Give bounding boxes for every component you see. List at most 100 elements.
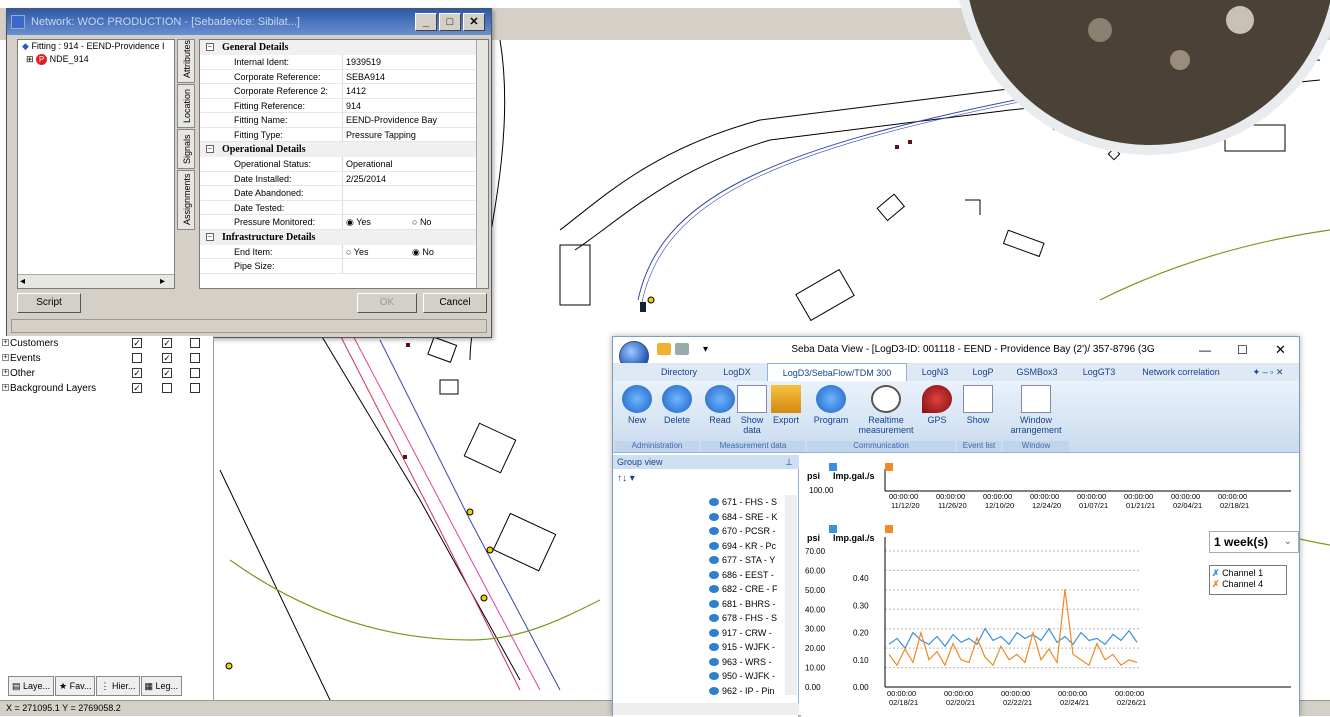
quick-access-dropdown-icon[interactable]: ▾ xyxy=(703,337,708,363)
legend-item-channel4[interactable]: ✗ Channel 4 xyxy=(1212,579,1284,590)
device-list-item[interactable]: 950 - WJFK - xyxy=(709,669,793,683)
device-list-scrollbar[interactable] xyxy=(785,495,797,695)
quick-access-print-icon[interactable] xyxy=(675,343,689,355)
tree-hscrollbar[interactable]: ◂ ▸ xyxy=(18,274,174,288)
tab-logp[interactable]: LogP xyxy=(963,363,1003,381)
network-properties-window[interactable]: Network: WOC PRODUCTION - [Sebadevice: S… xyxy=(6,8,492,338)
period-dropdown[interactable]: 1 week(s) ⌄ xyxy=(1209,531,1299,553)
label-checkbox[interactable] xyxy=(190,338,200,348)
scroll-right-icon[interactable]: ▸ xyxy=(160,276,165,287)
legend-item-channel1[interactable]: ✗ Channel 1 xyxy=(1212,568,1284,579)
device-list-item[interactable]: 678 - FHS - S xyxy=(709,611,793,625)
object-tree[interactable]: ◆ Fitting : 914 - EEND-Providence I ⊞ P … xyxy=(17,39,175,289)
collapse-icon[interactable]: − xyxy=(206,43,214,51)
props-vscrollbar[interactable] xyxy=(476,40,488,288)
seba-data-view-window[interactable]: ▾ Seba Data View - [LogD3-ID: 001118 - E… xyxy=(612,336,1300,717)
tree-item-fitting[interactable]: ◆ Fitting : 914 - EEND-Providence I xyxy=(18,40,174,53)
expand-icon[interactable]: + xyxy=(2,384,9,391)
tab-legend[interactable]: ▦ Leg... xyxy=(140,676,183,696)
realtime-measurement-button[interactable]: Realtime measurement xyxy=(851,385,921,435)
radio-no[interactable]: ○ xyxy=(412,217,420,227)
script-button[interactable]: Script xyxy=(17,293,81,313)
layer-row-other[interactable]: + Other ✓ ✓ xyxy=(0,366,213,381)
program-button[interactable]: Program xyxy=(811,385,851,425)
maximize-button[interactable]: □ xyxy=(439,13,461,31)
device-list-item[interactable]: 915 - WJFK - xyxy=(709,640,793,654)
ok-button[interactable]: OK xyxy=(357,293,417,313)
device-list-item[interactable]: 677 - STA - Y xyxy=(709,553,793,567)
show-events-button[interactable]: Show xyxy=(961,385,995,425)
selectable-checkbox[interactable]: ✓ xyxy=(162,338,172,348)
tab-layers[interactable]: ▤ Laye... xyxy=(8,676,55,696)
tab-directory[interactable]: Directory xyxy=(651,363,707,381)
quick-access-folder-icon[interactable] xyxy=(657,343,671,355)
selectable-checkbox[interactable]: ✓ xyxy=(162,368,172,378)
gps-button[interactable]: GPS xyxy=(921,385,953,425)
tab-assignments[interactable]: Assignments xyxy=(177,170,195,230)
expand-icon[interactable]: + xyxy=(2,339,9,346)
device-list-item[interactable]: 962 - IP - Pin xyxy=(709,684,793,698)
tab-logn3[interactable]: LogN3 xyxy=(911,363,959,381)
seba-titlebar[interactable]: ▾ Seba Data View - [LogD3-ID: 001118 - E… xyxy=(613,337,1299,381)
label-checkbox[interactable] xyxy=(190,368,200,378)
cancel-button[interactable]: Cancel xyxy=(423,293,487,313)
radio-yes-selected[interactable]: ◉ xyxy=(346,217,356,227)
maximize-button[interactable]: ☐ xyxy=(1237,337,1248,363)
device-list-item[interactable]: 917 - CRW - xyxy=(709,626,793,640)
tab-attributes[interactable]: Attributes xyxy=(177,39,195,83)
visible-checkbox[interactable] xyxy=(132,353,142,363)
tab-logdx[interactable]: LogDX xyxy=(711,363,763,381)
minimize-button[interactable]: _ xyxy=(415,13,437,31)
layer-row-events[interactable]: + Events ✓ xyxy=(0,351,213,366)
pin-icon[interactable]: ⊥ xyxy=(785,455,793,469)
sort-icon[interactable]: ↑↓ ▾ xyxy=(617,473,635,484)
selectable-checkbox[interactable]: ✓ xyxy=(162,353,172,363)
section-general[interactable]: − General Details xyxy=(200,40,488,55)
show-data-button[interactable]: Show data xyxy=(737,385,767,435)
tab-loggt3[interactable]: LogGT3 xyxy=(1071,363,1127,381)
layer-panel[interactable]: + Customers ✓ ✓ + Events ✓ + Other ✓ ✓ + Backg… xyxy=(0,336,214,706)
group-view-panel[interactable]: Group view ⊥ ↑↓ ▾ 671 - FHS - S 684 - SRE … xyxy=(613,455,799,717)
visible-checkbox[interactable]: ✓ xyxy=(132,338,142,348)
visible-checkbox[interactable]: ✓ xyxy=(132,383,142,393)
layer-row-background[interactable]: + Background Layers ✓ xyxy=(0,381,213,396)
tab-logd3-active[interactable]: LogD3/SebaFlow/TDM 300 xyxy=(767,363,907,381)
property-grid[interactable]: − General Details Internal Ident: 1939519 … xyxy=(199,39,489,289)
device-list-item[interactable]: 670 - PCSR - xyxy=(709,524,793,538)
radio-yes[interactable]: ○ xyxy=(346,247,354,257)
new-button[interactable]: New xyxy=(617,385,657,425)
visible-checkbox[interactable]: ✓ xyxy=(132,368,142,378)
collapse-icon[interactable]: − xyxy=(206,145,214,153)
tab-favourites[interactable]: ★ Fav... xyxy=(55,676,96,696)
tree-item-nde[interactable]: ⊞ P NDE_914 xyxy=(18,53,174,66)
device-list-item[interactable]: 684 - SRE - K xyxy=(709,510,793,524)
layer-row-customers[interactable]: + Customers ✓ ✓ xyxy=(0,336,213,351)
close-button[interactable]: ✕ xyxy=(1275,337,1286,363)
tab-location[interactable]: Location xyxy=(177,84,195,128)
section-operational[interactable]: − Operational Details xyxy=(200,142,488,157)
tab-network-correlation[interactable]: Network correlation xyxy=(1131,363,1231,381)
export-button[interactable]: Export xyxy=(769,385,803,425)
device-list-hscrollbar[interactable] xyxy=(613,703,799,715)
label-checkbox[interactable] xyxy=(190,383,200,393)
tab-gsmbox3[interactable]: GSMBox3 xyxy=(1007,363,1067,381)
device-list-item[interactable]: 682 - CRE - F xyxy=(709,582,793,596)
expand-icon[interactable]: + xyxy=(2,369,9,376)
scroll-left-icon[interactable]: ◂ xyxy=(20,276,25,287)
expand-icon[interactable]: + xyxy=(2,354,9,361)
network-window-titlebar[interactable]: Network: WOC PRODUCTION - [Sebadevice: S… xyxy=(7,9,491,35)
read-button[interactable]: Read xyxy=(703,385,737,425)
window-arrangement-button[interactable]: Window arrangement xyxy=(1005,385,1067,435)
ribbon-window-controls[interactable]: ✦ – ▫ ✕ xyxy=(1243,363,1293,381)
expand-icon[interactable]: ⊞ xyxy=(26,54,34,64)
radio-no-selected[interactable]: ◉ xyxy=(412,247,422,257)
tab-hierarchy[interactable]: ⋮ Hier... xyxy=(96,676,140,696)
device-list-item[interactable]: 694 - KR - Pc xyxy=(709,539,793,553)
minimize-button[interactable]: — xyxy=(1199,337,1211,363)
device-list-item[interactable]: 686 - EEST - xyxy=(709,568,793,582)
delete-button[interactable]: Delete xyxy=(657,385,697,425)
selectable-checkbox[interactable] xyxy=(162,383,172,393)
section-infrastructure[interactable]: − Infrastructure Details xyxy=(200,229,488,245)
close-button[interactable]: ✕ xyxy=(463,13,485,31)
device-list-item[interactable]: 963 - WRS - xyxy=(709,655,793,669)
